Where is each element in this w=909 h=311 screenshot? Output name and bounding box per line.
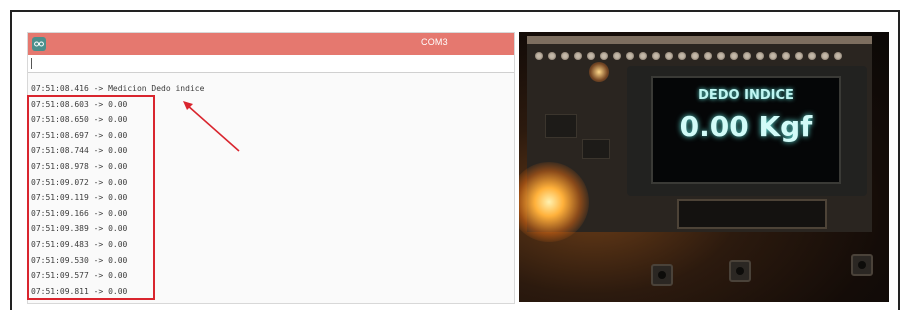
push-button xyxy=(851,254,873,276)
serial-send-input[interactable] xyxy=(28,55,514,73)
component-chip xyxy=(545,114,577,138)
push-button xyxy=(729,260,751,282)
annotation-arrow-icon xyxy=(183,101,240,152)
component-chip xyxy=(582,139,610,159)
arduino-icon xyxy=(32,37,46,51)
ribbon-connector xyxy=(677,199,827,229)
device-photo: DEDO INDICE 0.00 Kgf xyxy=(519,32,889,302)
highlight-box xyxy=(27,95,155,300)
header-pins-top xyxy=(535,52,842,60)
window-titlebar: COM3 xyxy=(28,33,514,55)
oled-title: DEDO INDICE xyxy=(698,88,794,103)
text-caret xyxy=(31,58,32,69)
led-glow-small xyxy=(589,62,609,82)
push-button xyxy=(651,264,673,286)
window-title: COM3 xyxy=(421,37,448,47)
oled-screen: DEDO INDICE 0.00 Kgf xyxy=(651,76,841,184)
oled-value: 0.00 Kgf xyxy=(679,110,813,143)
